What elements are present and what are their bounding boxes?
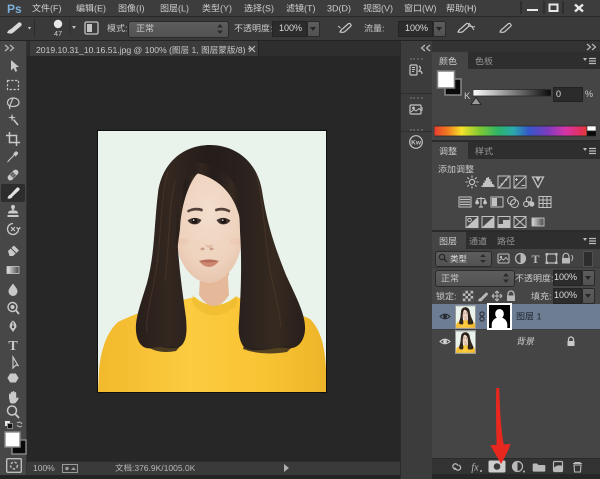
svg-text:Kw: Kw [411,140,422,147]
svg-text:fx: fx [471,463,479,474]
svg-text:T: T [8,339,18,353]
svg-text:47: 47 [54,29,62,38]
svg-text:T: T [531,252,539,265]
